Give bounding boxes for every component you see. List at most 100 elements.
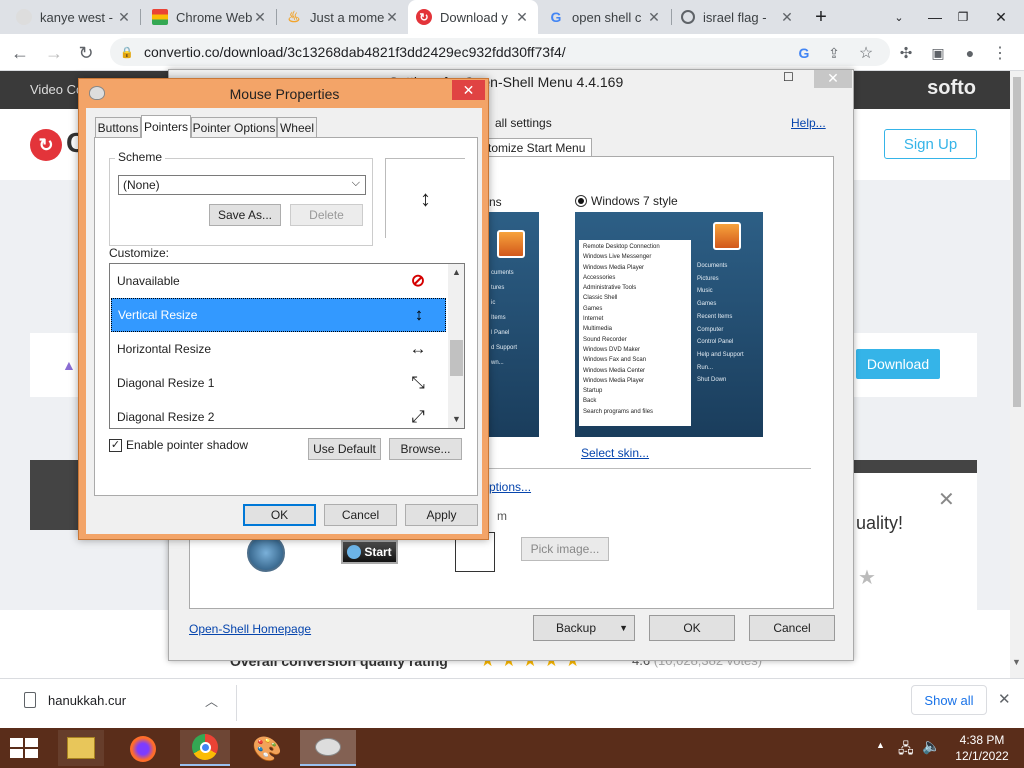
tab-pointers[interactable]: Pointers xyxy=(141,115,191,138)
side-panel-icon[interactable]: ▣ xyxy=(924,39,952,67)
convertio-logo-icon[interactable]: ↻ xyxy=(30,129,62,161)
back-arrow-icon[interactable]: ← xyxy=(6,39,34,67)
tab-buttons[interactable]: Buttons xyxy=(95,117,141,137)
select-skin-link[interactable]: Select skin... xyxy=(581,446,649,460)
download-file-name[interactable]: hanukkah.cur xyxy=(48,693,126,708)
start-button-style[interactable]: Start xyxy=(341,540,398,564)
scroll-down-arrow-icon[interactable]: ▼ xyxy=(448,414,464,424)
page-scrollbar[interactable]: ▼ xyxy=(1010,71,1024,678)
maximize-window-icon[interactable]: ☐ xyxy=(783,70,803,84)
tab-customize-start-menu[interactable]: stomize Start Menu xyxy=(475,138,593,156)
scrollbar-thumb[interactable] xyxy=(450,340,463,376)
close-promo-icon[interactable]: ✕ xyxy=(938,487,955,512)
close-tab-icon[interactable]: ✕ xyxy=(646,9,662,26)
tab-pointer-options[interactable]: Pointer Options xyxy=(191,117,277,137)
enable-pointer-shadow-checkbox[interactable]: ✓ Enable pointer shadow xyxy=(109,438,248,452)
tab-download-convertio[interactable]: ↻ Download y ✕ xyxy=(408,0,538,34)
unavailable-cursor-icon: ⊘ xyxy=(410,271,426,290)
preview-menu-item: Classic Shell xyxy=(583,295,618,302)
download-button[interactable]: Download xyxy=(856,349,940,379)
chrome-menu-icon[interactable]: ⋮ xyxy=(986,39,1014,67)
close-tab-icon[interactable]: ✕ xyxy=(116,9,132,26)
radio-selected-icon[interactable] xyxy=(575,195,587,207)
ok-button[interactable]: OK xyxy=(243,504,316,526)
google-lens-g-icon[interactable]: G xyxy=(790,39,818,67)
options-link[interactable]: ptions... xyxy=(489,480,531,494)
help-link[interactable]: Help... xyxy=(791,116,826,130)
new-tab-plus-icon[interactable]: + xyxy=(798,0,844,34)
save-as-button[interactable]: Save As... xyxy=(209,204,281,226)
scroll-down-arrow-icon[interactable]: ▼ xyxy=(1012,657,1021,667)
windows-7-style-preview[interactable]: Remote Desktop Connection Windows Live Me… xyxy=(575,212,763,437)
preview-menu-item: l Panel xyxy=(491,330,510,336)
forward-arrow-icon[interactable]: → xyxy=(40,39,68,67)
star-icon[interactable]: ★ xyxy=(858,565,876,590)
share-icon[interactable]: ⇪ xyxy=(820,39,848,67)
close-tab-icon[interactable]: ✕ xyxy=(252,9,268,26)
classic-style-preview[interactable]: cuments tures ic Items l Panel d Support wn... xyxy=(489,212,539,437)
list-item-diagonal-resize-2[interactable]: Diagonal Resize 2 ⤢ xyxy=(111,400,446,428)
delete-button[interactable]: Delete xyxy=(290,204,363,226)
address-bar[interactable]: 🔒 convertio.co/download/3c13268dab4821f3… xyxy=(110,38,890,66)
list-scrollbar[interactable]: ▲ ▼ xyxy=(448,264,464,428)
tab-wheel[interactable]: Wheel xyxy=(277,117,317,137)
mouse-control-panel-icon[interactable] xyxy=(300,730,356,766)
pick-image-button[interactable]: Pick image... xyxy=(521,537,609,561)
close-tab-icon[interactable]: ✕ xyxy=(384,9,400,26)
sign-up-button[interactable]: Sign Up xyxy=(884,129,977,159)
cursor-list[interactable]: Unavailable ⊘ Vertical Resize ↕ Horizont… xyxy=(109,263,465,429)
list-item-unavailable[interactable]: Unavailable ⊘ xyxy=(111,264,446,298)
list-item-vertical-resize[interactable]: Vertical Resize ↕ xyxy=(111,298,446,332)
windows-start-icon[interactable] xyxy=(10,738,38,758)
show-hidden-icons-icon[interactable]: ▲ xyxy=(876,740,885,750)
kanye-favicon-icon xyxy=(16,9,32,25)
softo-brand[interactable]: softo xyxy=(927,77,976,100)
file-explorer-icon[interactable] xyxy=(58,730,104,766)
ok-button[interactable]: OK xyxy=(649,615,735,641)
profile-avatar-icon[interactable]: ● xyxy=(956,39,984,67)
style-option-partial-label[interactable]: ns xyxy=(489,195,502,209)
open-shell-homepage-link[interactable]: Open-Shell Homepage xyxy=(189,622,311,636)
site-topbar-label[interactable]: Video Co xyxy=(30,82,83,97)
list-item-horizontal-resize[interactable]: Horizontal Resize ↔ xyxy=(111,332,446,366)
reload-icon[interactable]: ↻ xyxy=(72,39,100,67)
tab-kanye-west[interactable]: kanye west - ✕ xyxy=(8,0,140,34)
close-window-icon[interactable]: ✕ xyxy=(814,70,852,88)
paint-palette-icon[interactable]: 🎨 xyxy=(244,732,290,766)
chrome-icon[interactable] xyxy=(180,730,230,766)
close-shelf-icon[interactable]: ✕ xyxy=(998,690,1011,708)
show-all-button[interactable]: Show all xyxy=(911,685,987,715)
close-window-icon[interactable]: ✕ xyxy=(452,80,485,100)
tab-chrome-web-store[interactable]: Chrome Web ✕ xyxy=(144,0,276,34)
clock[interactable]: 4:38 PM 12/1/2022 xyxy=(952,732,1012,764)
chevron-down-icon[interactable]: ⌵ xyxy=(352,177,360,190)
apply-button[interactable]: Apply xyxy=(405,504,478,526)
list-item-diagonal-resize-1[interactable]: Diagonal Resize 1 ⤡ xyxy=(111,366,446,400)
scheme-select[interactable]: (None) ⌵ xyxy=(118,175,366,195)
close-tab-icon[interactable]: ✕ xyxy=(779,9,795,26)
browse-button[interactable]: Browse... xyxy=(389,438,462,460)
extensions-puzzle-icon[interactable]: ✣ xyxy=(892,39,920,67)
cancel-button[interactable]: Cancel xyxy=(324,504,397,526)
checkbox-checked-icon[interactable]: ✓ xyxy=(109,438,122,452)
scrollbar-thumb[interactable] xyxy=(1013,77,1021,407)
tab-open-shell-search[interactable]: G open shell c ✕ xyxy=(540,0,670,34)
cancel-button[interactable]: Cancel xyxy=(749,615,835,641)
firefox-icon[interactable] xyxy=(121,732,165,766)
network-icon[interactable]: 🖧 xyxy=(898,738,914,762)
dropdown-arrow-icon[interactable]: ▼ xyxy=(619,623,628,633)
windows-7-style-radio[interactable]: Windows 7 style xyxy=(575,194,678,208)
close-window-icon[interactable]: ✕ xyxy=(978,0,1024,34)
use-default-button[interactable]: Use Default xyxy=(308,438,381,460)
scroll-up-arrow-icon[interactable]: ▲ xyxy=(448,267,464,277)
tab-israel-flag[interactable]: israel flag - ✕ xyxy=(673,0,803,34)
volume-icon[interactable]: 🔈 xyxy=(922,737,941,755)
list-item-label: Diagonal Resize 2 xyxy=(117,410,215,424)
preview-menu-item: Remote Desktop Connection xyxy=(583,244,660,250)
bookmark-star-icon[interactable]: ☆ xyxy=(852,39,880,67)
tab-just-a-moment[interactable]: ♨ Just a mome ✕ xyxy=(278,0,408,34)
close-tab-icon[interactable]: ✕ xyxy=(514,9,530,26)
show-all-settings-label[interactable]: all settings xyxy=(495,116,552,130)
download-options-chevron-icon[interactable]: ︿ xyxy=(205,691,218,710)
backup-button[interactable]: Backup ▼ xyxy=(533,615,635,641)
